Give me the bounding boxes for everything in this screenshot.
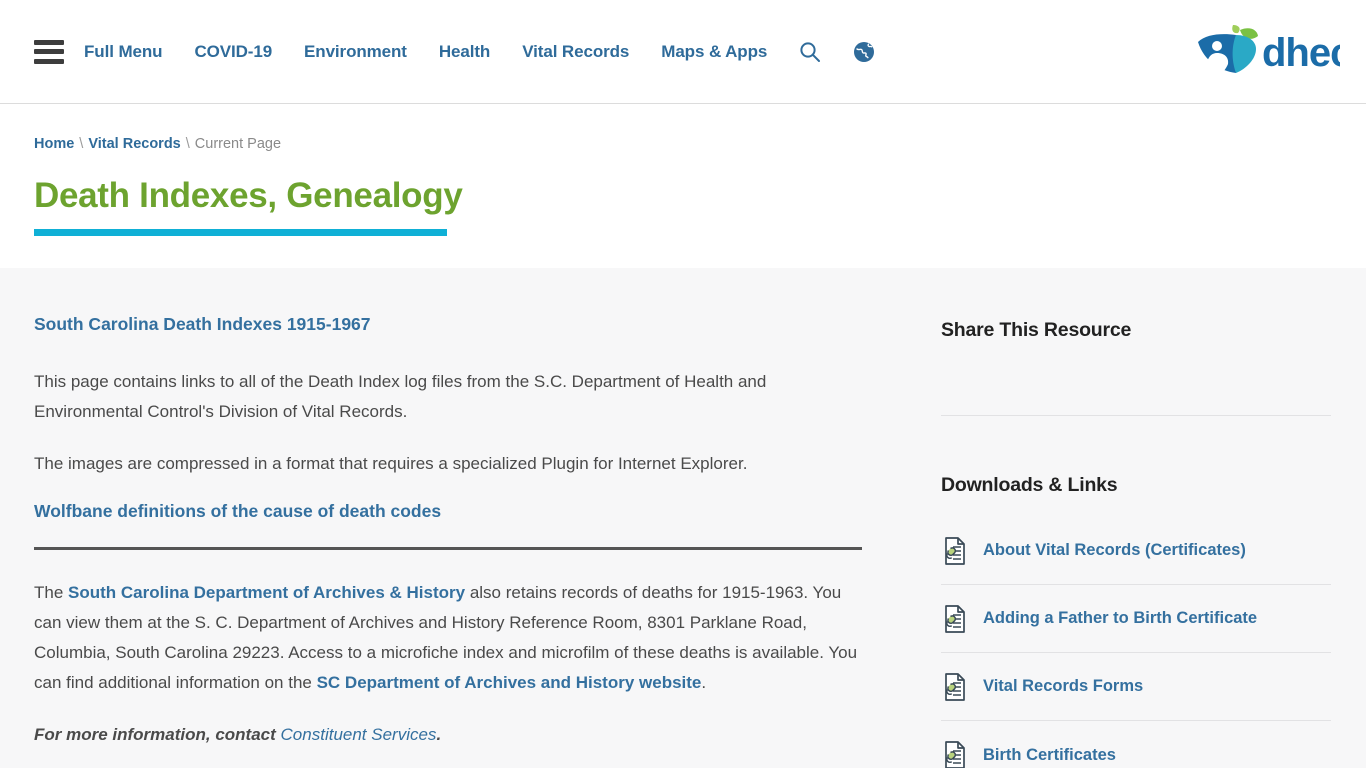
list-item[interactable]: Vital Records Forms [941,653,1331,721]
breadcrumb-item-home[interactable]: Home [34,136,74,152]
intro-paragraph: This page contains links to all of the D… [34,372,767,421]
hamburger-bar [34,58,64,64]
document-link-icon [945,536,965,565]
hamburger-bar [34,39,64,45]
dhec-logo-mark: dhec [1198,24,1340,79]
document-link-icon [945,604,965,633]
list-item[interactable]: Birth Certificates [941,721,1331,768]
share-this-resource-section: Share This Resource [941,319,1332,415]
sc-archives-history-link[interactable]: South Carolina Department of Archives & … [68,583,465,602]
dhec-logo[interactable]: dhec [1192,23,1340,81]
site-header: Full Menu COVID-19 Environment Health Vi… [0,0,1366,104]
content-divider [34,547,862,550]
title-underline-rule [34,228,447,236]
breadcrumb-item-vital-records[interactable]: Vital Records [88,136,180,152]
document-link-icon [945,741,965,768]
breadcrumb: Home \ Vital Records \ Current Page [34,136,1332,152]
plugin-paragraph: The images are compressed in a format th… [34,454,748,473]
download-link-birth-certificates[interactable]: Birth Certificates [983,746,1116,765]
contact-paragraph: For more information, contact Constituen… [34,720,862,750]
download-link-about-vital-records[interactable]: About Vital Records (Certificates) [983,541,1246,560]
globe-icon[interactable] [837,41,891,63]
downloads-heading: Downloads & Links [941,474,1118,496]
page-title: Death Indexes, Genealogy [34,176,463,215]
main-content-column: South Carolina Death Indexes 1915-1967 T… [34,314,862,768]
breadcrumb-current-page: Current Page [194,136,282,152]
sc-archives-website-link[interactable]: SC Department of Archives and History we… [317,673,702,692]
contact-text-pre: For more information, contact [34,725,281,744]
hamburger-menu-icon[interactable] [34,39,64,64]
archives-text-pre: The [34,583,69,602]
sidebar: Share This Resource Downloads & Links Ab… [862,314,1332,768]
contact-text-post: . [436,725,442,744]
download-link-adding-father-birth-certificate[interactable]: Adding a Father to Birth Certificate [983,609,1257,628]
share-heading: Share This Resource [941,319,1132,341]
search-icon[interactable] [783,41,837,63]
death-indexes-link[interactable]: South Carolina Death Indexes 1915-1967 [34,314,862,335]
download-link-vital-records-forms[interactable]: Vital Records Forms [983,677,1143,696]
archives-paragraph: The South Carolina Department of Archive… [34,578,859,698]
document-link-icon [945,672,965,701]
content-area: South Carolina Death Indexes 1915-1967 T… [0,268,1366,768]
hamburger-bar [34,49,64,54]
wolfbane-definitions-link[interactable]: Wolfbane definitions of the cause of dea… [34,501,862,522]
list-item[interactable]: About Vital Records (Certificates) [941,517,1331,585]
breadcrumb-separator: \ [185,136,190,152]
nav-item-health[interactable]: Health [423,42,506,62]
downloads-list: About Vital Records (Certificates) Addin… [941,517,1332,768]
nav-item-maps-apps[interactable]: Maps & Apps [645,42,783,62]
nav-item-covid-19[interactable]: COVID-19 [178,42,288,62]
main-navigation: Full Menu COVID-19 Environment Health Vi… [84,41,891,63]
archives-text-post: . [701,673,707,692]
nav-item-environment[interactable]: Environment [288,42,423,62]
constituent-services-link[interactable]: Constituent Services [281,725,437,744]
breadcrumb-separator: \ [79,136,84,152]
downloads-links-section: Downloads & Links About Vital Records (C… [941,416,1332,768]
nav-item-full-menu[interactable]: Full Menu [84,42,178,62]
page-title-band: Home \ Vital Records \ Current Page Death In… [0,104,1366,268]
list-item[interactable]: Adding a Father to Birth Certificate [941,585,1331,653]
nav-item-vital-records[interactable]: Vital Records [506,42,645,62]
svg-text:dhec: dhec [1262,31,1340,75]
